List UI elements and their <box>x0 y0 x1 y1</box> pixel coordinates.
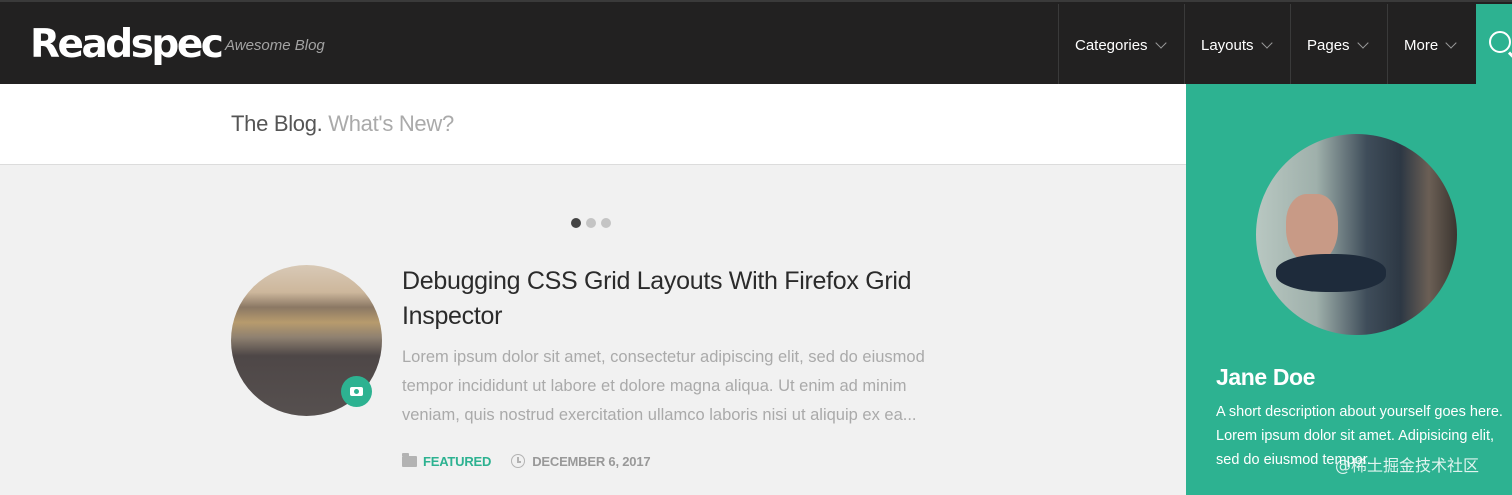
slider-dot-1[interactable] <box>571 218 581 228</box>
nav-categories[interactable]: Categories <box>1058 4 1184 86</box>
nav-more[interactable]: More <box>1387 4 1476 86</box>
page-title: The Blog. What's New? <box>231 110 454 138</box>
nav-more-label: More <box>1404 36 1439 54</box>
camera-icon[interactable] <box>341 376 372 407</box>
post-title[interactable]: Debugging CSS Grid Layouts With Firefox … <box>402 264 922 334</box>
search-button[interactable] <box>1476 4 1512 84</box>
slider-dot-2[interactable] <box>586 218 596 228</box>
nav-layouts-label: Layouts <box>1201 36 1254 54</box>
clock-icon <box>511 454 526 468</box>
nav-layouts[interactable]: Layouts <box>1184 4 1290 86</box>
post-excerpt: Lorem ipsum dolor sit amet, consectetur … <box>402 348 925 424</box>
chevron-down-icon <box>1260 36 1273 49</box>
chevron-down-icon <box>1154 36 1167 49</box>
top-navbar: Readspec Awesome Blog Categories Layouts… <box>0 0 1512 86</box>
page-title-sub: What's New? <box>328 111 454 136</box>
author-name: Jane Doe <box>1216 364 1316 390</box>
site-tagline: Awesome Blog <box>225 37 325 54</box>
site-logo[interactable]: Readspec <box>30 20 224 70</box>
nav-pages-label: Pages <box>1307 36 1350 54</box>
chevron-down-icon <box>1445 36 1457 49</box>
watermark: @稀土掘金技术社区 <box>1335 456 1480 475</box>
page-header: The Blog. What's New? <box>0 84 1186 165</box>
author-sidebar: Jane Doe A short description about yours… <box>1186 84 1512 495</box>
slider-dots <box>571 218 611 228</box>
chevron-down-icon <box>1356 36 1369 49</box>
post-meta: FEATURED DECEMBER 6, 2017 <box>402 451 651 471</box>
slider-dot-3[interactable] <box>601 218 611 228</box>
search-icon <box>1489 31 1511 53</box>
post-date: DECEMBER 6, 2017 <box>532 453 651 469</box>
folder-icon <box>402 452 417 467</box>
page-title-main: The Blog. <box>231 111 323 136</box>
nav-pages[interactable]: Pages <box>1290 4 1387 86</box>
author-avatar <box>1256 134 1457 335</box>
main-nav: Categories Layouts Pages More <box>1058 4 1476 86</box>
avatar-scarf-shape <box>1276 254 1386 292</box>
post-category-link[interactable]: FEATURED <box>423 454 491 469</box>
nav-categories-label: Categories <box>1075 36 1148 54</box>
